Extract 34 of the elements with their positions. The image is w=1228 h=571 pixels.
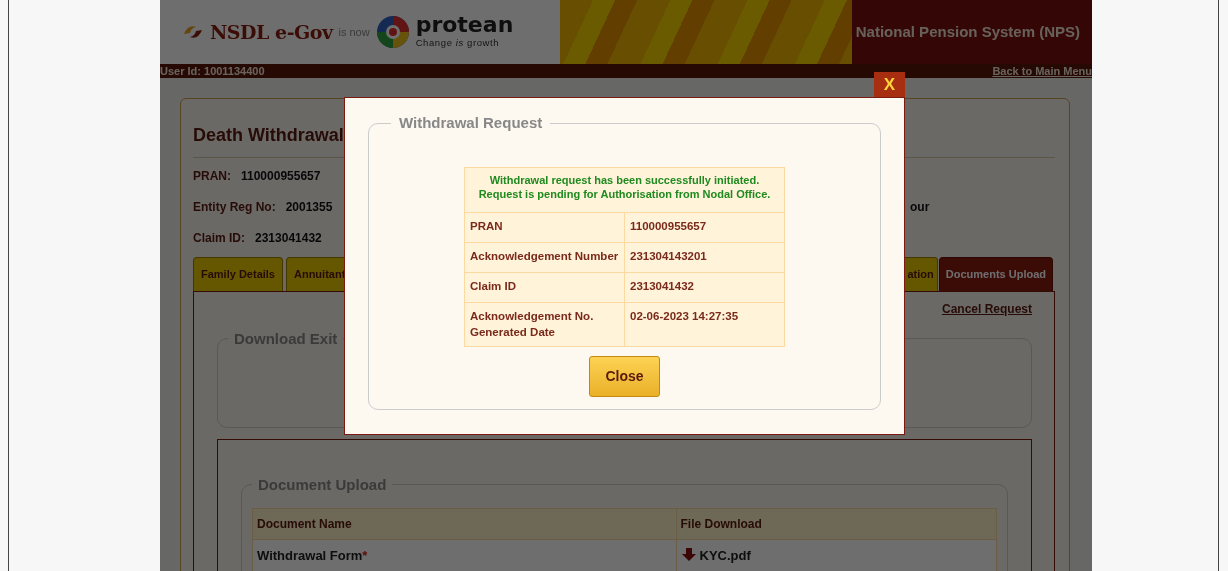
field-label: Entity Reg No: (193, 198, 276, 216)
system-title: National Pension System (NPS) (855, 21, 1080, 42)
success-message: Request is pending for Authorisation from Nodal Office. (478, 187, 771, 203)
download-icon (680, 548, 697, 562)
field-label: Claim ID: (193, 229, 245, 247)
table-cell: 110000955657 (624, 212, 785, 243)
field-text: our (910, 198, 930, 216)
close-button[interactable]: X (874, 72, 905, 97)
back-link[interactable]: Back to Main Menu (992, 64, 1092, 78)
table-cell: PRAN (464, 212, 625, 243)
tab[interactable]: Documents Upload (938, 257, 1053, 291)
field-value: 110000955657 (241, 167, 321, 185)
table-cell: Acknowledgement Number (464, 242, 625, 273)
user-id: User Id: 1001134400 (160, 64, 265, 78)
field-label: PRAN: (193, 167, 231, 185)
table-cell: Withdrawal Form* (252, 539, 677, 571)
close-button[interactable]: Close (589, 356, 660, 398)
column-header: File Download (676, 508, 997, 540)
field-value: 2313041432 (255, 229, 322, 247)
brand-name: protean (415, 13, 514, 36)
swirl-logo-icon (182, 24, 204, 40)
table-cell: 231304143201 (624, 242, 785, 273)
file-link[interactable]: KYC.pdf (680, 548, 751, 563)
table-cell: Acknowledgement No. Generated Date (464, 302, 625, 347)
circular-logo-icon (375, 15, 410, 49)
brand-name: NSDL e-Gov (210, 19, 333, 45)
success-message: Withdrawal request has been successfully initiated. (489, 172, 760, 188)
table-cell: 2313041432 (624, 272, 785, 303)
table-cell: 02-06-2023 14:27:35 (624, 302, 785, 347)
tab[interactable]: Family Details (193, 257, 283, 291)
tagline: Change is growth (415, 36, 501, 50)
table-cell: Claim ID (464, 272, 625, 303)
column-header: Document Name (252, 508, 677, 540)
field-value: 2001355 (285, 198, 333, 216)
